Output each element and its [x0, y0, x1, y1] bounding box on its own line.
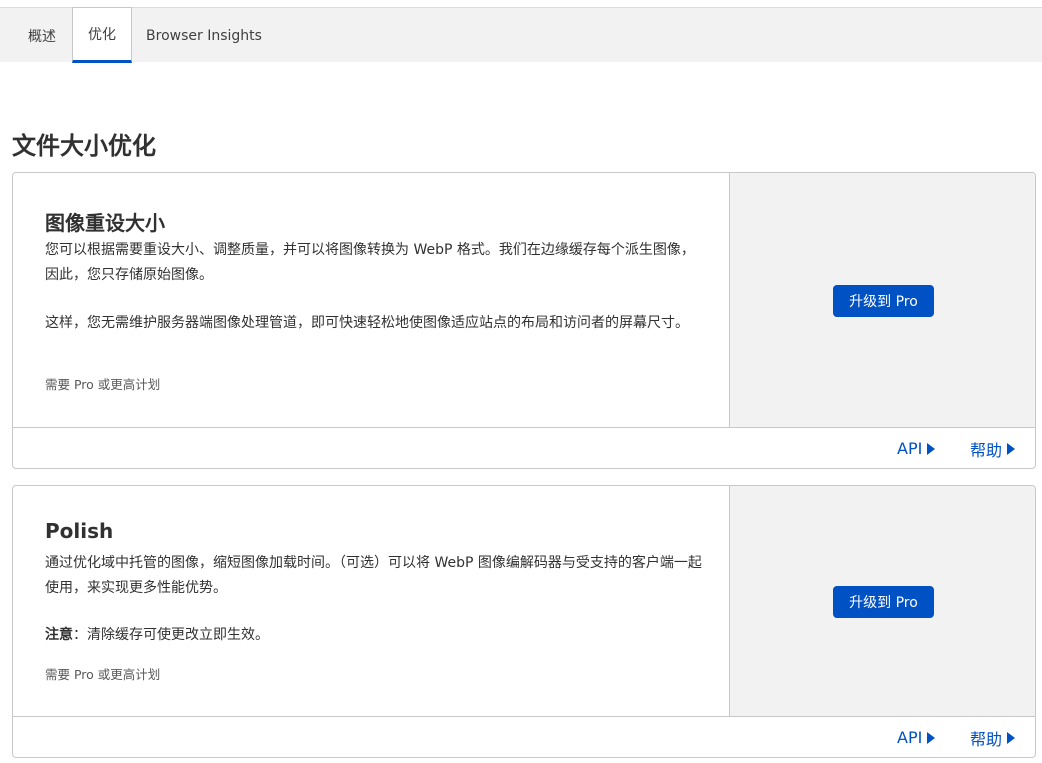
card-content: 图像重设大小 您可以根据需要重设大小、调整质量，并可以将图像转换为 WebP 格… — [13, 173, 729, 428]
card-title: Polish — [45, 519, 114, 543]
caret-right-icon — [1007, 731, 1016, 744]
plan-requirement: 需要 Pro 或更高计划 — [45, 377, 161, 392]
image-resizing-card: 图像重设大小 您可以根据需要重设大小、调整质量，并可以将图像转换为 WebP 格… — [12, 172, 1036, 469]
card-action-panel: 升级到 Pro — [729, 486, 1035, 717]
note-text: ：清除缓存可使更改立即生效。 — [73, 627, 269, 643]
plan-requirement: 需要 Pro 或更高计划 — [45, 667, 161, 682]
polish-card: Polish 通过优化域中托管的图像，缩短图像加载时间。（可选）可以将 WebP… — [12, 485, 1036, 758]
card-note: 注意：清除缓存可使更改立即生效。 — [45, 623, 705, 648]
api-link-label: API — [897, 439, 923, 458]
card-description: 通过优化域中托管的图像，缩短图像加载时间。（可选）可以将 WebP 图像编解码器… — [45, 555, 702, 596]
caret-right-icon — [927, 731, 936, 744]
api-link-label: API — [897, 728, 923, 747]
help-link[interactable]: 帮助 — [970, 428, 1016, 468]
help-link-label: 帮助 — [970, 729, 1003, 749]
card-title: 图像重设大小 — [45, 211, 165, 235]
caret-right-icon — [1007, 442, 1016, 455]
card-description: 您可以根据需要重设大小、调整质量，并可以将图像转换为 WebP 格式。我们在边缘… — [45, 242, 695, 283]
card-footer: API 帮助 — [13, 716, 1035, 757]
tab-overview[interactable]: 概述 — [12, 8, 72, 63]
upgrade-to-pro-button[interactable]: 升级到 Pro — [833, 585, 934, 618]
tab-browser-insights[interactable]: Browser Insights — [134, 8, 274, 63]
help-link-label: 帮助 — [970, 440, 1003, 460]
section-title: 文件大小优化 — [12, 132, 156, 160]
card-action-panel: 升级到 Pro — [729, 173, 1035, 428]
caret-right-icon — [927, 442, 936, 455]
api-link[interactable]: API — [897, 428, 936, 468]
api-link[interactable]: API — [897, 717, 936, 757]
card-content: Polish 通过优化域中托管的图像，缩短图像加载时间。（可选）可以将 WebP… — [13, 486, 729, 717]
upgrade-to-pro-button[interactable]: 升级到 Pro — [833, 284, 934, 317]
card-description-secondary: 这样，您无需维护服务器端图像处理管道，即可快速轻松地使图像适应站点的布局和访问者… — [45, 315, 689, 331]
card-footer: API 帮助 — [13, 427, 1035, 468]
help-link[interactable]: 帮助 — [970, 717, 1016, 757]
tab-bar: 概述 优化 Browser Insights — [0, 7, 1042, 63]
tab-optimization[interactable]: 优化 — [72, 7, 132, 63]
note-label: 注意 — [45, 627, 73, 643]
